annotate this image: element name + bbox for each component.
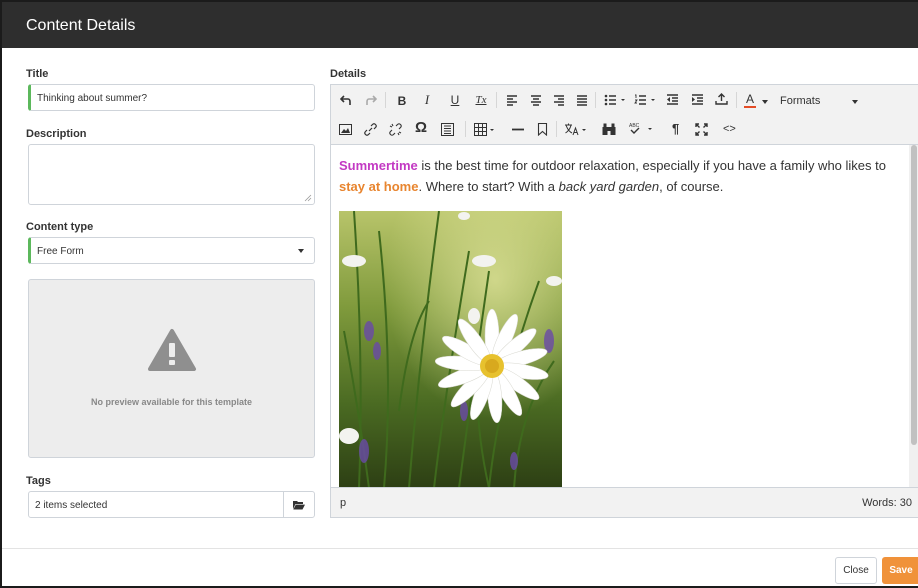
align-center-icon[interactable] [530, 94, 542, 106]
outdent-icon[interactable] [666, 94, 679, 106]
underline-button[interactable]: U [448, 93, 462, 107]
title-label: Title [26, 68, 49, 80]
unlink-icon[interactable] [389, 123, 402, 136]
tags-label: Tags [26, 475, 51, 487]
editor-content[interactable]: Summertime is the best time for outdoor … [331, 145, 911, 488]
redo-icon[interactable] [365, 94, 377, 106]
details-label: Details [330, 68, 367, 80]
show-blocks-button[interactable]: ¶ [672, 122, 679, 136]
clear-formatting-button[interactable]: Tx [473, 93, 489, 107]
folder-open-icon [293, 501, 305, 510]
toolbar-separator [556, 121, 557, 137]
daisy-photo[interactable] [339, 211, 562, 488]
source-code-button[interactable]: <> [723, 122, 736, 136]
formats-chevron-icon [852, 100, 858, 104]
bullet-list-icon[interactable] [604, 94, 628, 106]
bold-button[interactable]: B [395, 94, 409, 108]
template-icon[interactable] [441, 123, 454, 136]
resize-grip-icon[interactable] [304, 194, 312, 202]
font-color-dropdown-icon[interactable] [762, 100, 768, 104]
link-icon[interactable] [364, 123, 377, 136]
highlight-stay-at-home: stay at home [339, 179, 419, 194]
highlight-summertime: Summertime [339, 158, 418, 173]
dialog-header: Content Details [2, 2, 918, 48]
formats-dropdown[interactable]: Formats [780, 94, 820, 108]
element-path[interactable]: p [340, 497, 346, 509]
warning-icon [148, 329, 196, 371]
close-button[interactable]: Close [835, 557, 877, 584]
find-replace-icon[interactable] [602, 123, 616, 136]
content-type-value: Free Form [37, 246, 84, 257]
paragraph-text: is the best time for outdoor relaxation,… [417, 158, 886, 173]
editor-toolbar: B I U Tx A Formats Ω ABC ¶ <> [331, 85, 918, 145]
fullscreen-icon[interactable] [695, 123, 708, 136]
dialog-title: Content Details [26, 17, 136, 34]
paragraph-text: , of course. [659, 179, 724, 194]
content-type-select[interactable]: Free Form [28, 237, 315, 264]
translate-icon[interactable] [564, 123, 590, 136]
align-left-icon[interactable] [506, 94, 518, 106]
content-paragraph: Summertime is the best time for outdoor … [339, 155, 909, 197]
numbered-list-icon[interactable] [634, 94, 658, 106]
upload-icon[interactable] [715, 93, 728, 106]
content-details-dialog: Content Details Title Thinking about sum… [0, 0, 918, 588]
word-count: Words: 30 [862, 497, 912, 509]
content-type-label: Content type [26, 221, 94, 233]
tags-input[interactable]: 2 items selected [28, 491, 315, 518]
paragraph-text: . Where to start? With a [418, 179, 559, 194]
image-icon[interactable] [339, 124, 352, 135]
rich-text-editor: B I U Tx A Formats Ω ABC ¶ <> Summertime… [330, 84, 918, 518]
indent-icon[interactable] [691, 94, 704, 106]
editor-statusbar: p Words: 30 [331, 487, 918, 517]
toolbar-separator [595, 92, 596, 108]
align-right-icon[interactable] [553, 94, 565, 106]
description-label: Description [26, 128, 87, 140]
table-icon[interactable] [474, 123, 498, 136]
special-character-button[interactable]: Ω [415, 120, 427, 135]
title-input[interactable]: Thinking about summer? [28, 84, 315, 111]
template-preview: No preview available for this template [28, 279, 315, 458]
bookmark-icon[interactable] [537, 123, 548, 136]
description-textarea[interactable] [28, 144, 315, 205]
tags-value: 2 items selected [35, 500, 108, 511]
toolbar-separator [465, 121, 466, 137]
editor-scrollbar[interactable] [909, 145, 918, 488]
chevron-down-icon [298, 249, 304, 253]
browse-tags-button[interactable] [283, 492, 314, 517]
toolbar-separator [736, 92, 737, 108]
undo-icon[interactable] [340, 94, 352, 106]
align-justify-icon[interactable] [576, 94, 588, 106]
preview-message: No preview available for this template [90, 397, 253, 407]
footer-divider [2, 548, 918, 549]
toolbar-separator [385, 92, 386, 108]
toolbar-separator [496, 92, 497, 108]
scrollbar-thumb[interactable] [911, 145, 917, 445]
emphasis-back-yard-garden: back yard garden [558, 179, 660, 194]
save-button[interactable]: Save [882, 557, 918, 584]
title-input-value: Thinking about summer? [37, 93, 148, 104]
font-color-button[interactable]: A [744, 93, 756, 108]
spellcheck-icon[interactable]: ABC [628, 122, 656, 136]
horizontal-rule-icon[interactable] [511, 123, 525, 136]
italic-button[interactable]: I [420, 93, 434, 107]
